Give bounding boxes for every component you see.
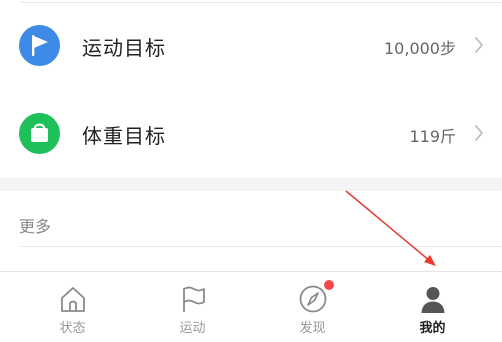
tab-status-label: 状态 — [59, 321, 86, 336]
tab-exercise[interactable]: 运动 — [130, 272, 255, 342]
tab-exercise-label: 运动 — [179, 321, 206, 336]
home-icon — [60, 287, 85, 312]
exercise-goal-row[interactable]: 运动目标 10,000步 — [0, 2, 502, 92]
weight-goal-value: 119斤 — [409, 127, 456, 146]
weight-goal-label: 体重目标 — [82, 124, 166, 148]
more-section[interactable]: 更多 — [0, 191, 502, 247]
tab-mine-label: 我的 — [419, 321, 446, 336]
tab-discover[interactable]: 发现 — [250, 272, 375, 342]
flag-outline-icon — [182, 286, 205, 312]
exercise-goal-label: 运动目标 — [82, 36, 166, 60]
person-icon — [421, 287, 444, 313]
exercise-goal-value: 10,000步 — [384, 39, 456, 58]
bottom-tab-bar: 状态 运动 发现 我的 — [0, 271, 502, 342]
tab-mine[interactable]: 我的 — [370, 272, 495, 342]
section-gap — [0, 178, 502, 191]
tab-status[interactable]: 状态 — [10, 272, 135, 342]
scale-bag-icon — [19, 113, 60, 154]
more-label: 更多 — [19, 217, 52, 236]
weight-goal-row[interactable]: 体重目标 119斤 — [0, 90, 502, 178]
compass-icon — [299, 285, 326, 313]
divider — [19, 246, 502, 247]
tab-discover-label: 发现 — [299, 321, 326, 336]
divider — [20, 2, 502, 3]
chevron-right-icon — [474, 36, 484, 54]
flag-icon — [19, 25, 60, 66]
chevron-right-icon — [474, 124, 484, 142]
notification-badge — [324, 280, 334, 290]
